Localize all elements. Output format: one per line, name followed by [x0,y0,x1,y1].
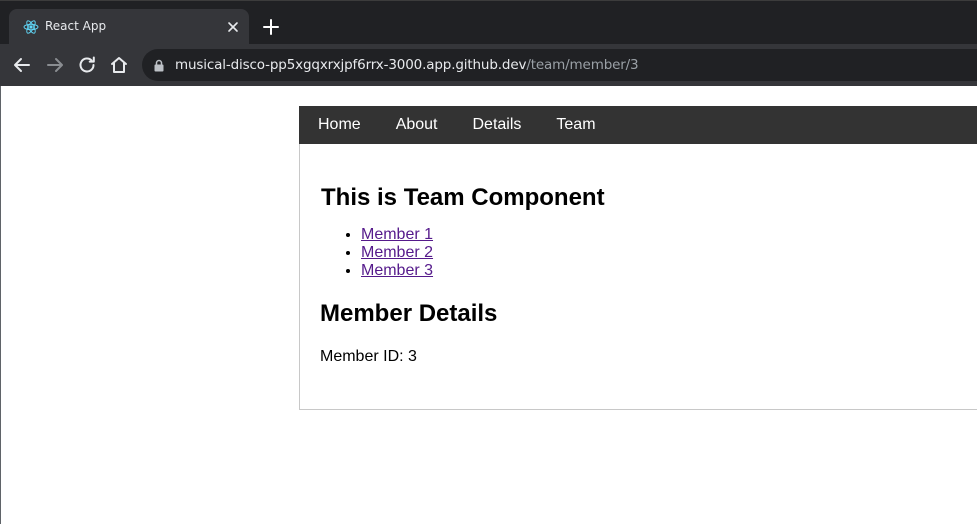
member-link-3[interactable]: Member 3 [361,262,433,279]
lock-icon[interactable] [153,59,165,72]
member-link-1[interactable]: Member 1 [361,226,433,243]
navbar: Home About Details Team [299,106,977,144]
app-container: Home About Details Team This is Team Com… [299,106,977,410]
team-heading: This is Team Component [321,184,605,211]
new-tab-plus-icon[interactable] [261,17,281,37]
browser-window: React App musical-disco-pp5xgqxrxjpf6rrx… [0,0,977,524]
forward-arrow-icon[interactable] [44,54,66,76]
team-component: This is Team Component Member 1 Member 2… [300,184,977,366]
member-id-text: Member ID: 3 [320,348,417,365]
home-icon[interactable] [108,54,130,76]
list-item: Member 1 [361,226,967,244]
browser-tab[interactable]: React App [9,9,249,45]
url-host: musical-disco-pp5xgqxrxjpf6rrx-3000.app.… [175,57,527,73]
tab-strip: React App [0,0,977,45]
address-bar[interactable]: musical-disco-pp5xgqxrxjpf6rrx-3000.app.… [142,49,977,81]
close-icon[interactable] [225,19,241,35]
list-item: Member 2 [361,244,967,262]
reload-icon[interactable] [76,54,98,76]
nav-link-details[interactable]: Details [473,116,522,134]
tab-title: React App [45,19,107,33]
list-item: Member 3 [361,262,967,280]
page-viewport: Home About Details Team This is Team Com… [0,86,977,524]
nav-link-about[interactable]: About [396,116,438,134]
back-arrow-icon[interactable] [11,54,33,76]
react-logo-icon [23,20,39,34]
member-link-2[interactable]: Member 2 [361,244,433,261]
member-details-heading: Member Details [320,300,498,327]
url-path: /team/member/3 [526,57,639,73]
member-list: Member 1 Member 2 Member 3 [321,226,967,280]
url-text[interactable]: musical-disco-pp5xgqxrxjpf6rrx-3000.app.… [175,57,639,73]
nav-link-team[interactable]: Team [556,116,595,134]
browser-toolbar: musical-disco-pp5xgqxrxjpf6rrx-3000.app.… [0,44,977,86]
nav-link-home[interactable]: Home [318,116,361,134]
